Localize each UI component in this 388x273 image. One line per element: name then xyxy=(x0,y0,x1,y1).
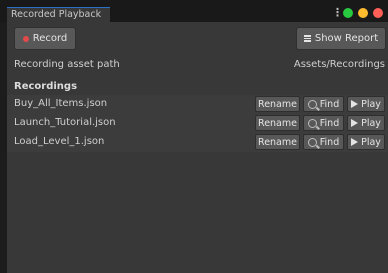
asset-path-label: Recording asset path xyxy=(14,59,120,70)
find-label: Find xyxy=(319,117,340,129)
magnifier-icon xyxy=(307,99,317,109)
play-triangle-icon xyxy=(351,119,359,127)
list-item: Load_Level_1.json Rename Find Play xyxy=(7,133,388,152)
title-bar: Recorded Playback ⋮ xyxy=(0,0,388,22)
playback-panel: Record Show Report Recording asset path … xyxy=(7,22,388,273)
find-button[interactable]: Find xyxy=(303,115,344,131)
close-button[interactable] xyxy=(373,8,383,18)
rename-button[interactable]: Rename xyxy=(255,115,300,131)
rename-button[interactable]: Rename xyxy=(255,96,300,112)
record-button[interactable]: Record xyxy=(14,27,76,50)
play-button[interactable]: Play xyxy=(347,96,385,112)
kebab-menu-icon[interactable]: ⋮ xyxy=(332,7,343,19)
play-triangle-icon xyxy=(351,138,359,146)
play-label: Play xyxy=(361,98,381,110)
record-dot-icon xyxy=(22,35,29,42)
magnifier-icon xyxy=(307,137,317,147)
rename-label: Rename xyxy=(258,117,297,129)
find-label: Find xyxy=(319,136,340,148)
play-label: Play xyxy=(361,136,381,148)
recordings-header: Recordings xyxy=(14,81,78,92)
menu-lines-icon xyxy=(303,35,311,42)
play-label: Play xyxy=(361,117,381,129)
play-button[interactable]: Play xyxy=(347,115,385,131)
rename-label: Rename xyxy=(258,136,297,148)
find-label: Find xyxy=(319,98,340,110)
window-tab[interactable]: Recorded Playback xyxy=(7,7,110,22)
play-triangle-icon xyxy=(351,100,359,108)
recording-filename: Load_Level_1.json xyxy=(14,136,105,147)
play-button[interactable]: Play xyxy=(347,134,385,150)
recording-filename: Buy_All_Items.json xyxy=(14,98,108,109)
maximize-button[interactable] xyxy=(343,8,353,18)
asset-path-value[interactable]: Assets/Recordings xyxy=(294,59,385,70)
list-item: Launch_Tutorial.json Rename Find Play xyxy=(7,114,388,133)
show-report-label: Show Report xyxy=(314,33,379,44)
minimize-button[interactable] xyxy=(358,8,368,18)
magnifier-icon xyxy=(307,118,317,128)
recording-filename: Launch_Tutorial.json xyxy=(14,117,116,128)
rename-button[interactable]: Rename xyxy=(255,134,300,150)
rename-label: Rename xyxy=(258,98,297,110)
list-item: Buy_All_Items.json Rename Find Play xyxy=(7,95,388,114)
find-button[interactable]: Find xyxy=(303,96,344,112)
show-report-button[interactable]: Show Report xyxy=(296,27,386,50)
find-button[interactable]: Find xyxy=(303,134,344,150)
record-label: Record xyxy=(32,33,68,44)
